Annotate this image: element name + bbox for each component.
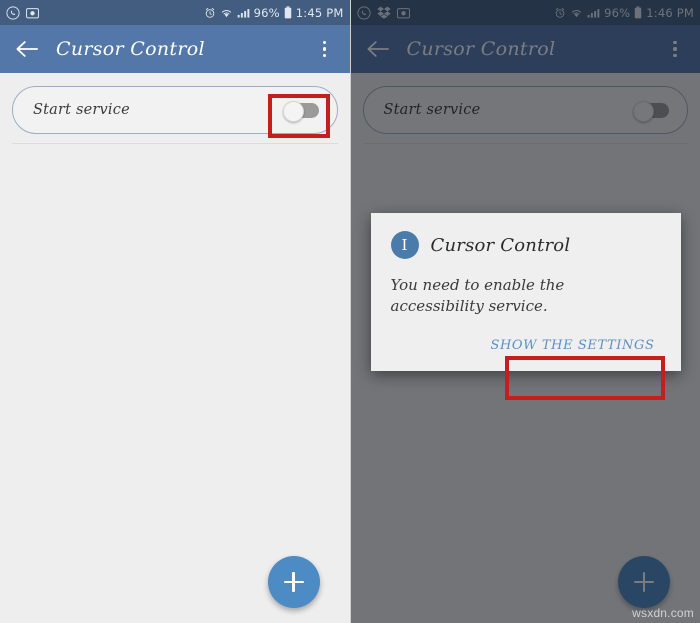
screenshot-pair: 96% 1:45 PM Cursor Control Start service… (0, 0, 700, 623)
list-divider (12, 143, 338, 144)
dialog-actions: Show the settings (391, 330, 661, 361)
whatsapp-icon (6, 5, 20, 20)
back-button[interactable] (12, 34, 42, 64)
screenshot-icon (26, 7, 39, 18)
dialog-message: You need to enable the accessibility ser… (390, 276, 565, 315)
dialog-title: Cursor Control (430, 234, 571, 256)
start-service-switch[interactable] (282, 101, 319, 122)
back-arrow-icon (16, 41, 38, 57)
page-title: Cursor Control (56, 38, 205, 60)
phone-screen-right: 96% 1:46 PM Cursor Control Start ser (349, 0, 700, 623)
battery-icon (284, 6, 291, 19)
switch-thumb (282, 101, 304, 122)
dialog-header: I Cursor Control (390, 231, 661, 259)
overflow-menu-icon[interactable] (312, 32, 338, 66)
status-bar-notification-icons (6, 5, 39, 20)
accessibility-dialog: I Cursor Control You need to enable the … (370, 213, 681, 372)
content-area: Start service (0, 86, 350, 623)
battery-percent-label: 96% (253, 5, 280, 20)
alarm-icon (205, 7, 214, 18)
info-icon: I (390, 231, 419, 259)
status-bar-system-icons: 96% 1:45 PM (204, 6, 344, 20)
signal-bars-icon (237, 8, 249, 18)
status-bar-clock: 1:45 PM (295, 5, 344, 20)
start-service-label: Start service (33, 102, 130, 118)
wifi-icon (221, 9, 231, 17)
show-the-settings-button[interactable]: Show the settings (480, 330, 660, 361)
app-toolbar: Cursor Control (0, 25, 350, 73)
watermark: wsxdn.com (632, 606, 694, 620)
plus-icon-vertical (292, 572, 295, 592)
status-bar: 96% 1:45 PM (0, 0, 350, 25)
phone-screen-left: 96% 1:45 PM Cursor Control Start service (0, 0, 350, 623)
add-fab-button[interactable] (267, 556, 320, 608)
start-service-row[interactable]: Start service (12, 86, 338, 134)
